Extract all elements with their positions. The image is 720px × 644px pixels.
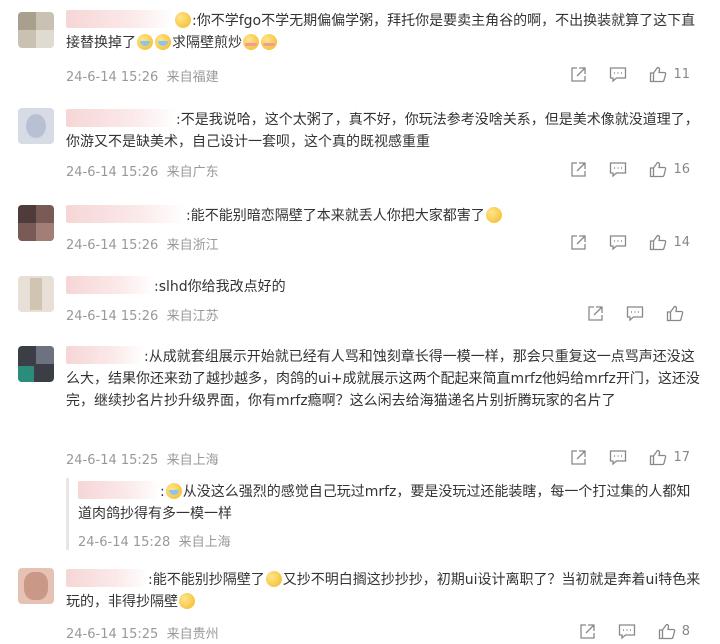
emoji-icon — [243, 34, 259, 50]
like-button[interactable] — [666, 305, 690, 322]
share-icon — [588, 306, 603, 321]
username[interactable] — [66, 10, 174, 28]
like-count: 16 — [673, 162, 690, 177]
comment-item: :不是我说哈，这个太粥了，真不好，你玩法参考没啥关系，但是美术像就没道理了，你游… — [0, 100, 720, 190]
comment-source: 来自浙江 — [166, 238, 219, 253]
comment-date: 24-6-14 15:26 — [66, 70, 159, 85]
comment-icon — [610, 162, 627, 178]
username[interactable] — [66, 109, 176, 127]
comment-date: 24-6-14 15:25 — [66, 627, 159, 642]
avatar[interactable] — [18, 12, 54, 48]
share-icon — [571, 162, 587, 177]
comment-button[interactable] — [609, 234, 627, 251]
comment-source: 来自福建 — [166, 70, 219, 85]
avatar[interactable] — [18, 568, 54, 604]
reply-separator: : — [160, 484, 165, 500]
comment-source: 来自贵州 — [166, 627, 219, 642]
like-icon — [658, 623, 676, 640]
username[interactable] — [66, 276, 154, 294]
like-icon — [650, 161, 667, 178]
comment-button[interactable] — [626, 305, 644, 322]
share-button[interactable] — [570, 66, 587, 83]
comment-date: 24-6-14 15:25 — [66, 453, 159, 468]
comment-source: 来自广东 — [166, 165, 219, 180]
like-icon — [666, 305, 684, 322]
emoji-icon — [165, 483, 182, 499]
avatar[interactable] — [18, 276, 54, 312]
reply-item: : 从没这么强烈的感觉自己玩过mrfz，要是没玩过还能装瞎，每一个打过集的人都知道… — [66, 478, 702, 550]
share-icon — [580, 624, 595, 639]
comment-text: :能不能别抄隔壁了 — [148, 572, 265, 588]
share-button[interactable] — [570, 161, 587, 178]
comment-button[interactable] — [618, 623, 636, 640]
avatar[interactable] — [18, 108, 54, 144]
comment-text: :能不能别暗恋隔壁了本来就丢人你把大家都害了 — [186, 208, 485, 224]
username[interactable] — [78, 481, 160, 499]
share-icon — [571, 235, 587, 250]
comment-text-tail: 求隔壁煎炒 — [172, 35, 242, 51]
username[interactable] — [66, 569, 148, 587]
avatar[interactable] — [18, 346, 54, 382]
comment-item: :slhd你给我改点好的 24-6-14 15:26 来自江苏 — [0, 268, 720, 330]
like-button[interactable]: 17 — [649, 449, 690, 466]
comment-icon — [610, 450, 627, 466]
emoji-icon — [485, 207, 502, 223]
comment-source: 来自江苏 — [166, 309, 219, 324]
share-button[interactable] — [579, 623, 596, 640]
like-icon — [650, 449, 667, 466]
emoji-icon — [179, 593, 195, 609]
like-count: 14 — [673, 235, 690, 250]
reply-source: 来自上海 — [178, 535, 231, 550]
share-button[interactable] — [587, 305, 604, 322]
comment-text: :从成就套组展示开始就已经有人骂和蚀刻章长得一模一样，那会只重复这一点骂声还没这… — [66, 349, 700, 409]
emoji-icon — [265, 571, 282, 587]
avatar[interactable] — [18, 205, 54, 241]
comment-item: :能不能别抄隔壁了 又抄不明白搁这抄抄抄，初期ui设计离职了？当初就是奔着ui特色… — [0, 560, 720, 644]
reply-date: 24-6-14 15:28 — [78, 535, 171, 550]
share-button[interactable] — [570, 449, 587, 466]
username[interactable] — [66, 205, 186, 223]
emoji-icon — [175, 12, 191, 28]
emoji-icon — [137, 34, 153, 50]
like-button[interactable]: 16 — [649, 161, 690, 178]
like-icon — [650, 234, 667, 251]
emoji-icon — [261, 34, 277, 50]
comment-item: :你不学fgo不学无期偏偏学粥，拜托你是要卖主角谷的啊，不出换装就算了这下直接替… — [0, 0, 720, 92]
like-count: 17 — [673, 450, 690, 465]
reply-divider — [66, 478, 69, 550]
share-button[interactable] — [570, 234, 587, 251]
comment-button[interactable] — [609, 449, 627, 466]
comment-date: 24-6-14 15:26 — [66, 309, 159, 324]
comment-item: :能不能别暗恋隔壁了本来就丢人你把大家都害了 24-6-14 15:26 来自浙… — [0, 197, 720, 259]
like-button[interactable]: 11 — [649, 66, 690, 83]
comment-button[interactable] — [609, 161, 627, 178]
comment-icon — [618, 624, 635, 640]
like-button[interactable]: 14 — [649, 234, 690, 251]
emoji-icon — [155, 34, 171, 50]
comment-source: 来自上海 — [166, 453, 219, 468]
like-count: 11 — [673, 67, 690, 82]
comment-text: :slhd你给我改点好的 — [154, 279, 286, 295]
comment-button[interactable] — [609, 66, 627, 83]
comment-icon — [626, 306, 644, 322]
comment-icon — [610, 67, 627, 83]
share-icon — [571, 450, 587, 465]
comment-date: 24-6-14 15:26 — [66, 165, 159, 180]
comment-icon — [610, 235, 627, 251]
like-icon — [650, 66, 667, 83]
like-count: 8 — [681, 624, 690, 639]
comment-item: :从成就套组展示开始就已经有人骂和蚀刻章长得一模一样，那会只重复这一点骂声还没这… — [0, 338, 720, 478]
share-icon — [571, 67, 587, 82]
comment-date: 24-6-14 15:26 — [66, 238, 159, 253]
like-button[interactable]: 8 — [658, 623, 690, 640]
username[interactable] — [66, 346, 144, 364]
